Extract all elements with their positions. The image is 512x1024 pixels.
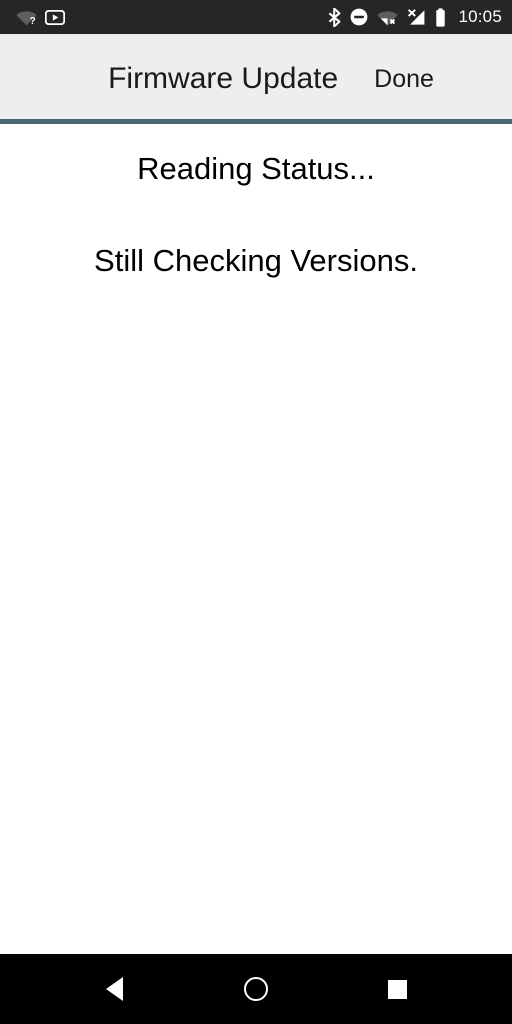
status-bar-clock: 10:05 [458, 7, 502, 26]
recents-square-icon [387, 979, 407, 999]
page-title: Firmware Update [108, 62, 339, 95]
android-navigation-bar [0, 954, 512, 1024]
back-triangle-icon [105, 977, 123, 1001]
status-message-primary: Reading Status... [137, 151, 375, 186]
title-row: Firmware Update Done [0, 34, 512, 124]
do-not-disturb-icon [350, 8, 368, 26]
status-message-secondary: Still Checking Versions. [94, 243, 418, 278]
wifi-off-icon [377, 9, 399, 26]
battery-icon [435, 7, 446, 27]
done-button[interactable]: Done [374, 65, 434, 94]
wifi-unknown-icon: ? [16, 9, 37, 26]
youtube-notification-icon [45, 9, 65, 25]
status-bar-left-icons: ? [16, 9, 65, 26]
main-content: Reading Status... Still Checking Version… [0, 124, 512, 954]
cellular-no-signal-icon [407, 8, 426, 26]
nav-home-button[interactable] [220, 954, 292, 1024]
nav-recents-button[interactable] [361, 954, 433, 1024]
phone-screen: ? 10:05 Firmware Update Done Reading Sta… [0, 0, 512, 1024]
nav-back-button[interactable] [78, 954, 150, 1024]
home-circle-icon [244, 977, 268, 1001]
app-title-bar: Firmware Update Done [0, 34, 512, 124]
status-bar-right-icons: 10:05 [328, 7, 502, 27]
svg-text:?: ? [30, 16, 36, 26]
status-bar: ? 10:05 [0, 0, 512, 34]
bluetooth-icon [328, 7, 341, 27]
